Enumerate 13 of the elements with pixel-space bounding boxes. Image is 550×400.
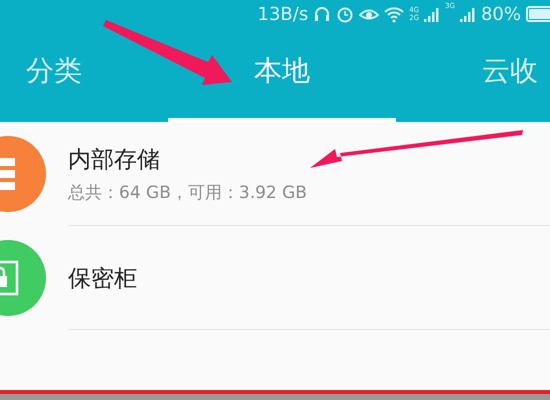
signal-icon xyxy=(424,5,440,23)
battery-icon xyxy=(526,5,550,23)
storage-detail: 总共：64 GB，可用：3.92 GB xyxy=(68,182,307,204)
network-speed: 13B/s xyxy=(258,4,308,24)
alarm-clock-icon xyxy=(336,5,354,23)
signal-icon xyxy=(460,5,476,23)
headset-icon xyxy=(313,5,332,23)
tab[interactable]: 云收 xyxy=(396,28,550,122)
battery-percent: 80% xyxy=(480,4,521,24)
wifi-icon xyxy=(384,5,404,23)
tab[interactable]: 分类 xyxy=(0,28,168,122)
item-title[interactable]: 内部存储 xyxy=(68,144,307,175)
item-title[interactable]: 保密柜 xyxy=(68,262,137,294)
